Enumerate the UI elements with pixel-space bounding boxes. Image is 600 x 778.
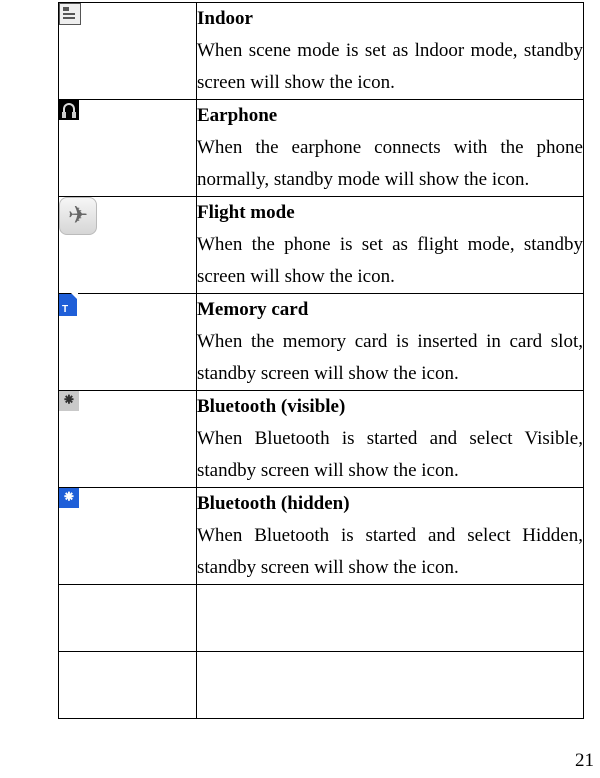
description-cell: Flight mode When the phone is set as fli…	[197, 197, 584, 294]
table-row: ⁕ Bluetooth (hidden) When Bluetooth is s…	[59, 488, 584, 585]
table-row	[59, 585, 584, 652]
description-cell: Earphone When the earphone connects with…	[197, 100, 584, 197]
table-row: ⁕ Bluetooth (visible) When Bluetooth is …	[59, 391, 584, 488]
bluetooth-visible-icon: ⁕	[59, 391, 79, 411]
page: Indoor When scene mode is set as lndoor …	[0, 0, 600, 778]
description-cell	[197, 585, 584, 652]
table-row: Indoor When scene mode is set as lndoor …	[59, 3, 584, 100]
icon-cell: ⁕	[59, 488, 197, 585]
table-row: Memory card When the memory card is inse…	[59, 294, 584, 391]
row-body: When Bluetooth is started and select Vis…	[197, 423, 583, 487]
icon-cell	[59, 3, 197, 100]
row-body: When the memory card is inserted in card…	[197, 326, 583, 390]
row-body: When the phone is set as flight mode, st…	[197, 229, 583, 293]
flight-mode-icon: ✈	[59, 197, 97, 235]
row-body: When scene mode is set as lndoor mode, s…	[197, 35, 583, 99]
description-cell: Memory card When the memory card is inse…	[197, 294, 584, 391]
table-row: ✈ Flight mode When the phone is set as f…	[59, 197, 584, 294]
icon-cell	[59, 294, 197, 391]
description-cell: Bluetooth (visible) When Bluetooth is st…	[197, 391, 584, 488]
row-title: Indoor	[197, 3, 583, 35]
row-title: Flight mode	[197, 197, 583, 229]
table-row	[59, 652, 584, 719]
earphone-icon	[59, 100, 79, 120]
bluetooth-hidden-icon: ⁕	[59, 488, 79, 508]
row-title: Memory card	[197, 294, 583, 326]
memory-card-icon	[59, 294, 77, 316]
icon-cell	[59, 585, 197, 652]
description-cell	[197, 652, 584, 719]
row-title: Earphone	[197, 100, 583, 132]
icon-cell	[59, 100, 197, 197]
row-title: Bluetooth (hidden)	[197, 488, 583, 520]
description-cell: Bluetooth (hidden) When Bluetooth is sta…	[197, 488, 584, 585]
icon-description-table: Indoor When scene mode is set as lndoor …	[58, 2, 584, 719]
icon-cell: ⁕	[59, 391, 197, 488]
description-cell: Indoor When scene mode is set as lndoor …	[197, 3, 584, 100]
indoor-icon	[59, 3, 81, 25]
row-body: When Bluetooth is started and select Hid…	[197, 520, 583, 584]
page-number: 21	[575, 750, 594, 772]
table-row: Earphone When the earphone connects with…	[59, 100, 584, 197]
row-title: Bluetooth (visible)	[197, 391, 583, 423]
icon-cell	[59, 652, 197, 719]
row-body: When the earphone connects with the phon…	[197, 132, 583, 196]
icon-cell: ✈	[59, 197, 197, 294]
